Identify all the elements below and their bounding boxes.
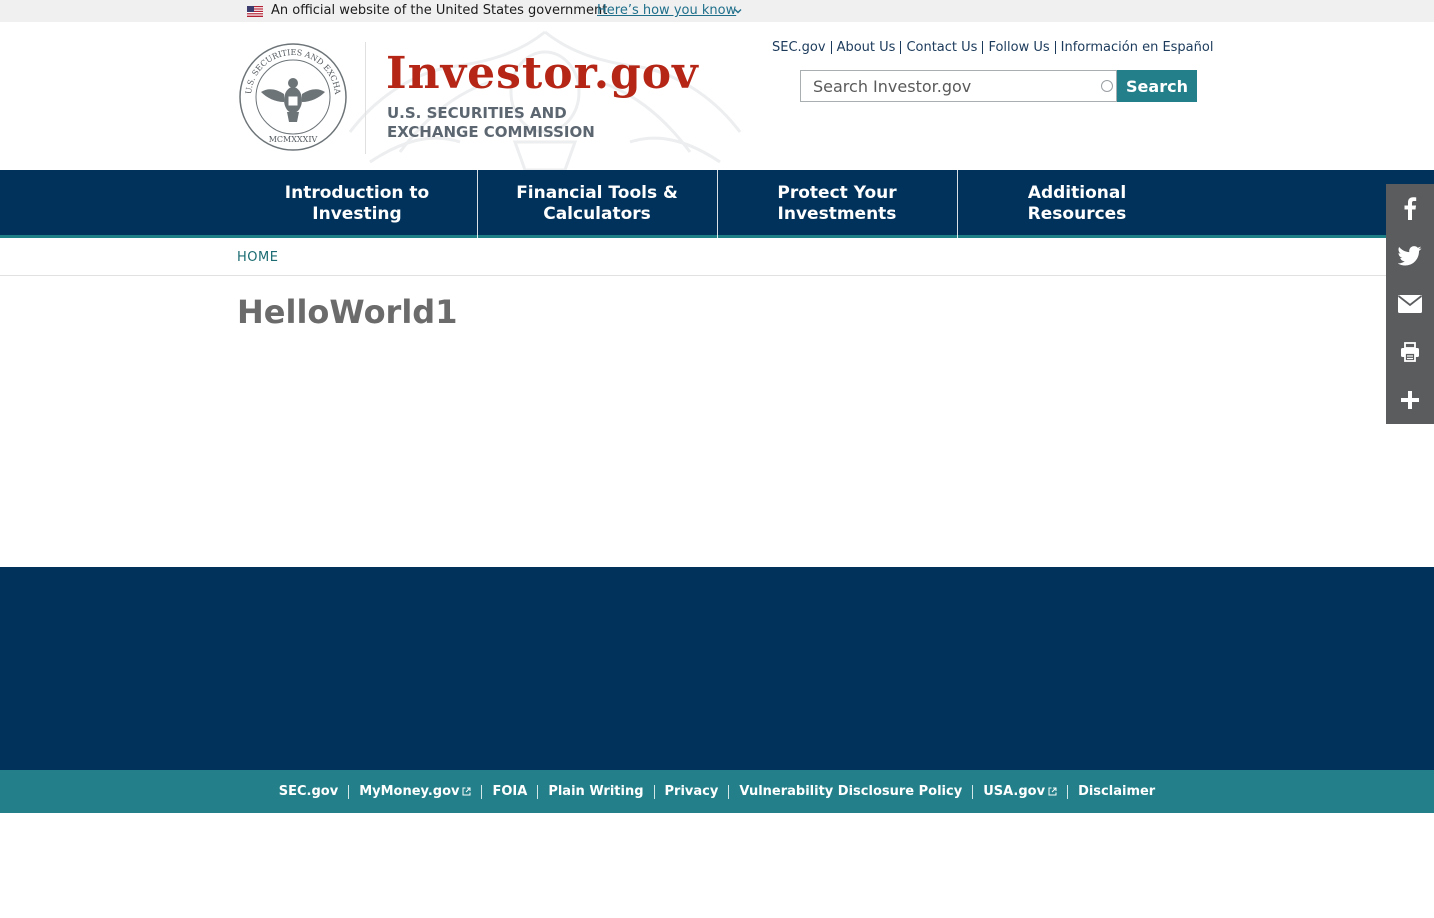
footer-link-label: USA.gov <box>983 784 1046 799</box>
official-website-text: An official website of the United States… <box>271 3 608 18</box>
logo-subtitle-line1: U.S. SECURITIES AND <box>387 104 567 122</box>
footer-link-label: Plain Writing <box>548 784 644 799</box>
how-you-know-link[interactable]: Here’s how you know <box>597 3 736 18</box>
search-loading-icon <box>1101 80 1113 92</box>
footer-link-privacy[interactable]: Privacy <box>665 784 719 799</box>
nav-item-label: Financial Tools & Calculators <box>516 183 678 224</box>
nav-item-financial-tools[interactable]: Financial Tools & Calculators <box>477 170 717 238</box>
facebook-icon <box>1404 197 1417 220</box>
footer-link-label: MyMoney.gov <box>359 784 460 799</box>
footer-link-label: Disclaimer <box>1078 784 1156 799</box>
sec-seal-logo: U.S. SECURITIES AND EXCHANGE COMMISSION … <box>237 42 347 151</box>
util-link-sec-gov[interactable]: SEC.gov <box>772 40 826 55</box>
main-nav: Introduction to Investing Financial Tool… <box>0 170 1434 238</box>
util-separator <box>830 41 832 54</box>
footer-link-plain-writing[interactable]: Plain Writing <box>548 784 643 799</box>
share-more-button[interactable] <box>1386 376 1434 424</box>
utility-links: SEC.gov About Us Contact Us Follow Us In… <box>772 40 1213 55</box>
share-facebook-button[interactable] <box>1386 184 1434 232</box>
footer-bar: SEC.gov MyMoney.gov FOIA Plain Writing P… <box>0 770 1434 813</box>
footer-link-label: FOIA <box>492 784 528 799</box>
search-button[interactable]: Search <box>1117 70 1197 102</box>
footer-link-mymoney-gov[interactable]: MyMoney.gov <box>359 784 471 799</box>
share-email-button[interactable] <box>1386 280 1434 328</box>
logo-subtitle-line2: EXCHANGE COMMISSION <box>387 123 595 141</box>
chevron-down-icon[interactable] <box>733 6 743 16</box>
nav-item-introduction-to-investing[interactable]: Introduction to Investing <box>237 170 477 238</box>
logo-divider <box>365 42 366 154</box>
footer-link-label: SEC.gov <box>278 784 339 799</box>
util-link-about-us[interactable]: About Us <box>837 40 896 55</box>
util-link-contact-us[interactable]: Contact Us <box>906 40 977 55</box>
footer-link-foia[interactable]: FOIA <box>492 784 527 799</box>
footer-main <box>0 567 1434 770</box>
footer-link-disclaimer[interactable]: Disclaimer <box>1078 784 1155 799</box>
footer-separator <box>348 784 350 799</box>
footer-separator <box>1067 784 1069 799</box>
nav-item-label: Introduction to Investing <box>284 183 430 224</box>
util-separator <box>1054 41 1056 54</box>
footer-separator <box>537 784 539 799</box>
nav-item-label: Additional Resources <box>1027 183 1127 224</box>
footer-separator <box>653 784 655 799</box>
plus-icon <box>1401 391 1419 409</box>
footer-link-label: Privacy <box>664 784 719 799</box>
util-link-espanol[interactable]: Información en Español <box>1061 40 1214 55</box>
footer-separator <box>481 784 483 799</box>
util-separator <box>982 41 984 54</box>
share-twitter-button[interactable] <box>1386 232 1434 280</box>
footer-links: SEC.gov MyMoney.gov FOIA Plain Writing P… <box>0 770 1434 813</box>
footer-link-sec-gov[interactable]: SEC.gov <box>279 784 338 799</box>
external-link-icon <box>462 787 471 796</box>
print-icon <box>1401 342 1419 362</box>
share-print-button[interactable] <box>1386 328 1434 376</box>
search-input[interactable] <box>800 70 1117 102</box>
footer-separator <box>972 784 974 799</box>
nav-item-additional-resources[interactable]: Additional Resources <box>957 170 1197 238</box>
breadcrumb-home-link[interactable]: HOME <box>237 250 278 265</box>
breadcrumb: HOME <box>0 241 1434 276</box>
svg-text:MCMXXXIV: MCMXXXIV <box>269 135 318 144</box>
footer-link-usa-gov[interactable]: USA.gov <box>983 784 1057 799</box>
nav-item-label: Protect Your Investments <box>777 183 897 224</box>
gov-banner: An official website of the United States… <box>0 0 1434 22</box>
external-link-icon <box>1048 787 1057 796</box>
site-header: U.S. SECURITIES AND EXCHANGE COMMISSION … <box>0 22 1434 170</box>
footer-link-label: Vulnerability Disclosure Policy <box>739 784 963 799</box>
email-icon <box>1398 295 1422 313</box>
twitter-icon <box>1398 246 1422 266</box>
util-separator <box>900 41 902 54</box>
util-link-follow-us[interactable]: Follow Us <box>988 40 1049 55</box>
site-logo-subtitle: U.S. SECURITIES AND EXCHANGE COMMISSION <box>387 104 595 142</box>
share-toolbar <box>1386 184 1434 424</box>
site-logo-title[interactable]: Investor.gov <box>386 48 699 100</box>
nav-item-protect-your-investments[interactable]: Protect Your Investments <box>717 170 957 238</box>
us-flag-icon <box>247 6 263 17</box>
footer-separator <box>728 784 730 799</box>
page-title: HelloWorld1 <box>237 293 458 331</box>
footer-link-vulnerability-disclosure[interactable]: Vulnerability Disclosure Policy <box>739 784 962 799</box>
